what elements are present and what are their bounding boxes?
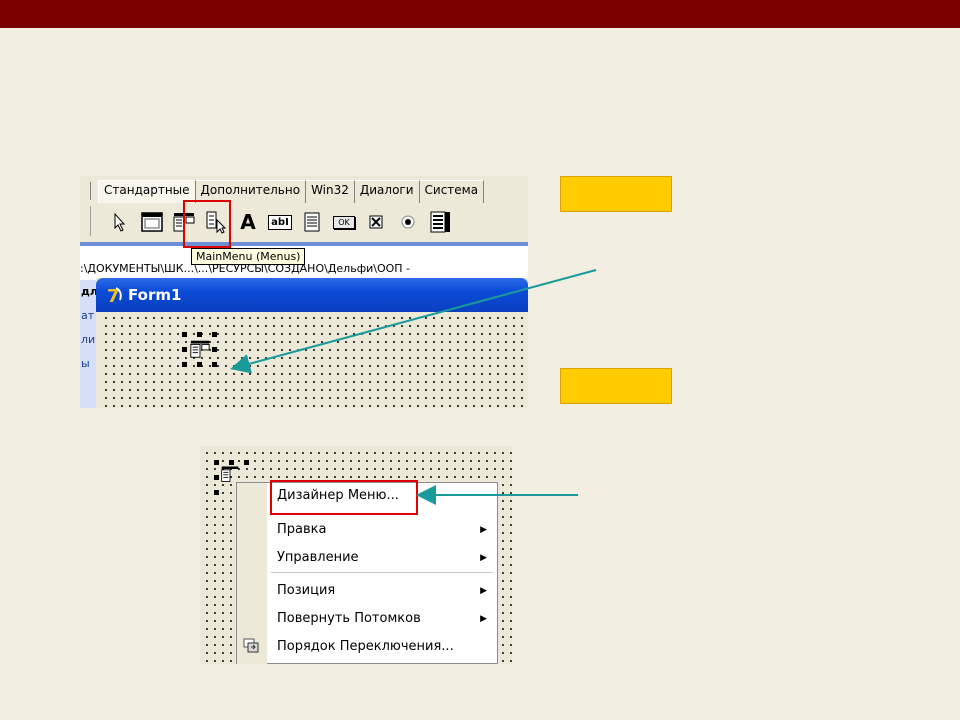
button-icon[interactable]: OK — [328, 208, 360, 236]
selection-handle[interactable] — [182, 362, 187, 367]
menu-separator — [271, 572, 493, 573]
palette-screenshot: Стандартные Дополнительно Win32 Диалоги … — [80, 176, 528, 408]
callout-box-middle — [560, 368, 672, 404]
submenu-arrow-icon: ▶ — [480, 553, 487, 563]
label-glyph: A — [240, 210, 256, 234]
top-bar — [0, 0, 960, 28]
callout-box-top — [560, 176, 672, 212]
selection-handle[interactable] — [212, 347, 217, 352]
menu-glyph-icon — [221, 466, 239, 482]
palette-tabs: Стандартные Дополнительно Win32 Диалоги … — [98, 180, 485, 203]
form-window: 7 Form1 — [96, 278, 528, 408]
submenu-arrow-icon: ▶ — [480, 614, 487, 624]
edit-glyph: abI — [268, 214, 292, 230]
checkbox-icon[interactable] — [360, 208, 392, 236]
inspector-item: дл — [81, 285, 96, 298]
form-title: Form1 — [128, 286, 182, 304]
form-title-bar[interactable]: 7 Form1 — [96, 278, 528, 312]
toolbar-separator — [90, 206, 91, 236]
selection-handle[interactable] — [212, 332, 217, 337]
frames-icon[interactable] — [136, 208, 168, 236]
tab-dialogs[interactable]: Диалоги — [354, 180, 420, 203]
selection-handle[interactable] — [182, 347, 187, 352]
selection-handle[interactable] — [214, 490, 219, 495]
tab-win32[interactable]: Win32 — [306, 180, 355, 203]
button-glyph: OK — [333, 215, 355, 229]
menu-glyph-icon — [190, 340, 210, 358]
inspector-item: ы — [81, 357, 90, 370]
context-menu-screenshot: Дизайнер Меню... Правка ▶ Управление ▶ П… — [200, 446, 512, 664]
selection-handle[interactable] — [182, 332, 187, 337]
delphi-logo-icon: 7 — [107, 286, 122, 306]
object-inspector-edge: дл ат ли ы — [80, 280, 96, 408]
menu-item-position[interactable]: Позиция — [277, 583, 335, 598]
submenu-arrow-icon: ▶ — [480, 586, 487, 596]
menu-designer-highlight — [270, 480, 418, 515]
selection-handle[interactable] — [244, 460, 249, 465]
menu-item-edit[interactable]: Правка — [277, 522, 326, 537]
selection-handle[interactable] — [214, 460, 219, 465]
listbox-icon[interactable] — [424, 208, 456, 236]
menu-item-flip-children[interactable]: Повернуть Потомков — [277, 611, 421, 626]
inspector-item: ат — [81, 309, 95, 322]
memo-icon[interactable] — [296, 208, 328, 236]
component-palette: Стандартные Дополнительно Win32 Диалоги … — [80, 176, 528, 246]
menu-item-tab-order[interactable]: Порядок Переключения... — [277, 639, 454, 654]
radiobutton-icon[interactable] — [392, 208, 424, 236]
submenu-arrow-icon: ▶ — [480, 525, 487, 535]
tab-system[interactable]: Система — [419, 180, 485, 203]
form-designer-grid[interactable] — [100, 312, 528, 408]
mainmenu-tooltip: MainMenu (Menus) — [191, 248, 306, 265]
mainmenu-highlight — [183, 200, 231, 248]
inspector-item: ли — [81, 333, 96, 346]
selection-handle[interactable] — [197, 332, 202, 337]
selection-handle[interactable] — [197, 362, 202, 367]
label-icon[interactable]: A — [232, 208, 264, 236]
edit-icon[interactable]: abI — [264, 208, 296, 236]
mainmenu-component-icon[interactable] — [182, 332, 218, 368]
pointer-icon[interactable] — [104, 208, 136, 236]
selection-handle[interactable] — [214, 475, 219, 480]
tab-standard[interactable]: Стандартные — [98, 180, 196, 203]
tab-order-icon — [243, 638, 259, 653]
selection-handle[interactable] — [212, 362, 217, 367]
palette-bottom-border — [80, 242, 528, 246]
component-toolbar: A abI OK — [104, 206, 456, 238]
menu-item-control[interactable]: Управление — [277, 550, 359, 565]
tab-scroll-left[interactable] — [80, 182, 91, 200]
